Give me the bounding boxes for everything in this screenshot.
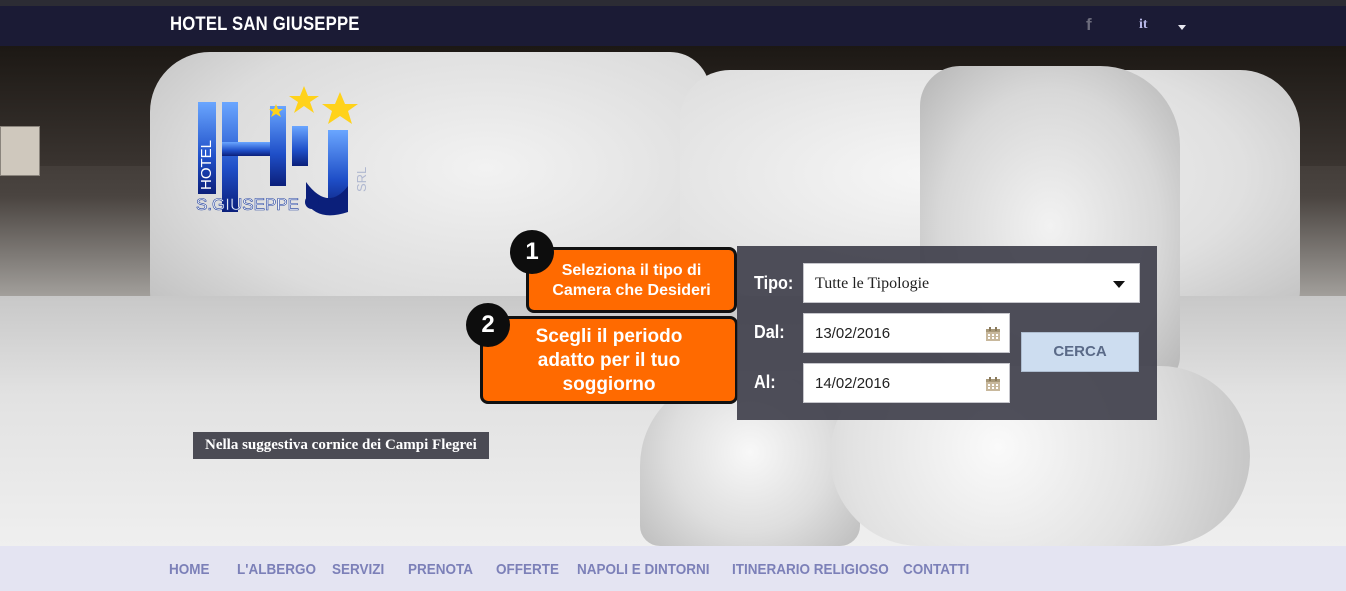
callout-2-line-3: soggiorno <box>562 374 656 395</box>
logo-word-hotel: HOTEL <box>198 140 215 190</box>
wall-switch <box>0 126 40 176</box>
checkin-date-value: 13/02/2016 <box>815 325 891 342</box>
chevron-down-icon[interactable] <box>1178 25 1186 30</box>
step-number-badge-2: 2 <box>466 303 510 347</box>
logo-word-name: S.GIUSEPPE <box>196 195 299 214</box>
nav-item-offerte[interactable]: OFFERTE <box>496 561 559 578</box>
callout-2-line-2: adatto per il tuo <box>537 350 681 371</box>
tipo-label: Tipo: <box>754 273 794 293</box>
booking-search-form: Tipo: Tutte le Tipologie Dal: 13/02/2016… <box>737 246 1157 420</box>
callout-step-1: Seleziona il tipo di Camera che Desideri <box>526 247 737 313</box>
room-type-select[interactable]: Tutte le Tipologie <box>803 263 1140 303</box>
facebook-icon[interactable]: f <box>1086 15 1092 35</box>
nav-item-itinerario-religioso[interactable]: ITINERARIO RELIGIOSO <box>732 561 889 578</box>
search-button[interactable]: CERCA <box>1021 332 1139 372</box>
nav-item-prenota[interactable]: PRENOTA <box>408 561 473 578</box>
calendar-icon[interactable] <box>985 376 1001 392</box>
nav-item-contatti[interactable]: CONTATTI <box>903 561 969 578</box>
nav-item-home[interactable]: HOME <box>169 561 210 578</box>
language-selector[interactable]: it <box>1139 17 1148 33</box>
callout-2-line-1: Scegli il periodo <box>535 326 683 347</box>
checkout-date-input[interactable]: 14/02/2016 <box>803 363 1010 403</box>
room-type-value: Tutte le Tipologie <box>815 275 930 292</box>
dal-label: Dal: <box>754 322 785 342</box>
step-number-badge-1: 1 <box>510 230 554 274</box>
callout-step-2: Scegli il periodo adatto per il tuo sogg… <box>480 316 738 404</box>
logo-word-srl: SRL <box>354 167 369 192</box>
top-bar: HOTEL SAN GIUSEPPE f it <box>0 6 1346 46</box>
nav-item-albergo[interactable]: L'ALBERGO <box>237 561 316 578</box>
hero-tagline: Nella suggestiva cornice dei Campi Flegr… <box>193 432 489 459</box>
nav-item-servizi[interactable]: SERVIZI <box>332 561 384 578</box>
hotel-logo[interactable]: HOTEL S.GIUSEPPE SRL <box>196 86 376 226</box>
checkout-date-value: 14/02/2016 <box>815 375 891 392</box>
dropdown-caret-icon[interactable] <box>1113 281 1125 288</box>
calendar-icon[interactable] <box>985 326 1001 342</box>
checkin-date-input[interactable]: 13/02/2016 <box>803 313 1010 353</box>
callout-1-line-2: Camera che Desideri <box>552 282 711 299</box>
al-label: Al: <box>754 372 776 392</box>
callout-1-line-1: Seleziona il tipo di <box>561 262 702 279</box>
nav-item-napoli-e-dintorni[interactable]: NAPOLI E DINTORNI <box>577 561 710 578</box>
main-navigation: HOME L'ALBERGO SERVIZI PRENOTA OFFERTE N… <box>0 546 1346 591</box>
site-brand[interactable]: HOTEL SAN GIUSEPPE <box>170 14 360 36</box>
